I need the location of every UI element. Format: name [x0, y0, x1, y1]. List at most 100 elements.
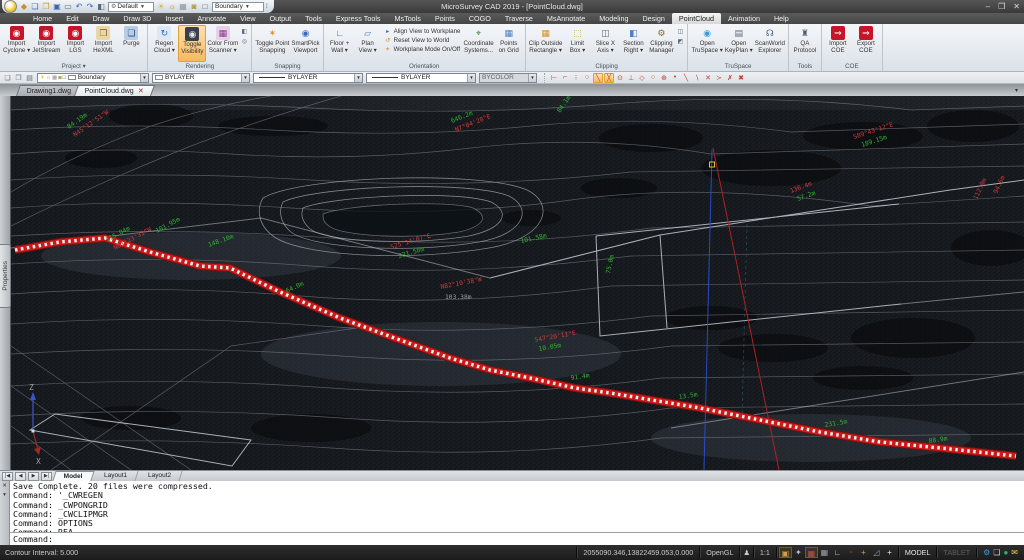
model-space-toggle[interactable]: MODEL	[898, 547, 937, 558]
smartpick-viewport-button[interactable]: ◉SmartPickViewport	[290, 25, 320, 62]
purge-button[interactable]: ❏Purge	[117, 25, 145, 62]
grid-snap-icon[interactable]: ▦	[805, 547, 818, 558]
new-icon[interactable]: ❏	[30, 1, 40, 12]
import-cyclone-button[interactable]: ◉ImportCyclone ▾	[2, 25, 31, 62]
menu-item-output[interactable]: Output	[263, 13, 299, 24]
qat-layer-dropdown[interactable]: Boundary ▼	[212, 2, 264, 12]
plan-view-button[interactable]: ▱PlanView ▾	[354, 25, 382, 62]
close-button[interactable]: ✕	[1013, 0, 1020, 13]
menu-item-points[interactable]: Points	[428, 13, 462, 24]
snap-center-icon[interactable]: ○	[582, 73, 592, 83]
snap-extension-icon[interactable]: ∖	[692, 73, 702, 83]
profile-dropdown[interactable]: ⚙ Default ▼	[108, 2, 154, 12]
tablet-toggle[interactable]: TABLET	[936, 547, 976, 558]
doc-tab-drawing1-dwg[interactable]: Drawing1.dwg	[16, 85, 82, 96]
undo-icon[interactable]: ↶	[74, 1, 84, 12]
layout-tab-layout2[interactable]: Layout2	[137, 471, 182, 481]
snap-point-icon[interactable]: •	[670, 73, 680, 83]
online-status-icon[interactable]: ●	[1003, 548, 1008, 557]
snap-from-icon[interactable]: ⌐	[560, 73, 570, 83]
crosshair-icon[interactable]: +	[883, 547, 896, 558]
menu-item-edit[interactable]: Edit	[59, 13, 85, 24]
maximize-button[interactable]: ❐	[998, 0, 1005, 13]
command-expand-icon[interactable]: ▾	[3, 492, 6, 498]
menu-item-msannotate[interactable]: MsAnnotate	[540, 13, 592, 24]
snap-insertion-icon[interactable]: ⊕	[659, 73, 669, 83]
polar-icon[interactable]: ◔	[844, 547, 857, 558]
menu-item-express-tools[interactable]: Express Tools	[329, 13, 388, 24]
grid-display-icon[interactable]: ▦	[818, 547, 831, 558]
preview-icon[interactable]: ▭	[63, 1, 73, 12]
toggle-point-snapping-button[interactable]: ✶Toggle PointSnapping	[254, 25, 290, 62]
coordinates-display[interactable]: 2055090.346,13822459.053,0.000	[576, 547, 699, 558]
viewport-icon[interactable]: ◧	[96, 1, 106, 12]
menu-item-pointcloud[interactable]: PointCloud	[672, 13, 721, 24]
draw-order-icon[interactable]: ▣	[779, 547, 792, 558]
tab-close-icon[interactable]: ✕	[138, 87, 144, 95]
menu-item-draw-3d[interactable]: Draw 3D	[116, 13, 158, 24]
windows-cascade-icon[interactable]: ❏	[993, 548, 1000, 557]
menu-item-design[interactable]: Design	[635, 13, 671, 24]
clip-option-1-icon[interactable]: ◫	[676, 27, 684, 35]
point-cloud-viewport[interactable]: Z X 84.19mN45°12'51"W646.2mN7°04'28"E84.…	[11, 96, 1024, 470]
snap-endpoint-icon[interactable]: ≻	[714, 73, 724, 83]
workplane-mode-on-off-button[interactable]: ✦Workplane Mode On/Off	[384, 45, 461, 53]
snap-node-icon[interactable]: ⊙	[615, 73, 625, 83]
export-coe-button[interactable]: ⇒ExportCOE	[852, 25, 880, 62]
snap-apparent-icon[interactable]: ╳	[604, 73, 614, 83]
snap-parallel-icon[interactable]: ╲	[681, 73, 691, 83]
clip-option-2-icon[interactable]: ◩	[676, 37, 684, 45]
lineweight-dropdown[interactable]: BYLAYER ▼	[366, 73, 476, 83]
layout-nav-3[interactable]: ▶|	[41, 472, 52, 481]
person-icon[interactable]: ♟	[739, 547, 752, 558]
command-history[interactable]: Save Complete. 20 files were compressed.…	[10, 481, 1024, 532]
clipping-manager-button[interactable]: ⚙ClippingManager	[647, 25, 675, 62]
annotation-scale[interactable]: 1:1	[753, 547, 776, 558]
snap-nearest-icon[interactable]: ╲	[593, 73, 603, 83]
properties-panel-tab[interactable]: Properties	[0, 244, 11, 308]
redo-icon[interactable]: ↷	[85, 1, 95, 12]
toggle-visibility-button[interactable]: ◉ToggleVisibility	[178, 25, 206, 62]
limit-box-button[interactable]: ⬚LimitBox ▾	[563, 25, 591, 62]
bulb-icon[interactable]: ☀	[156, 1, 166, 12]
menu-item-modeling[interactable]: Modeling	[592, 13, 635, 24]
render-option-2-icon[interactable]: ◎	[240, 37, 248, 45]
doc-tab-pointcloud-dwg[interactable]: PointCloud.dwg✕	[74, 85, 155, 96]
color-dropdown[interactable]: BYLAYER ▼	[152, 73, 250, 83]
otrack-icon[interactable]: ◿	[870, 547, 883, 558]
snap-none-icon[interactable]: ✖	[736, 73, 746, 83]
align-view-to-workplane-button[interactable]: ▸Align View to Workplane	[384, 27, 461, 35]
menu-item-insert[interactable]: Insert	[158, 13, 190, 24]
layout-tab-model[interactable]: Model	[52, 471, 94, 481]
section-right-button[interactable]: ◧SectionRight ▾	[619, 25, 647, 62]
scanworld-explorer-button[interactable]: ☊ScanWorldExplorer	[754, 25, 786, 62]
color-from-scanner-button[interactable]: ▦Color FromScanner ▾	[206, 25, 239, 62]
command-close-icon[interactable]: ✕	[2, 483, 7, 489]
open-keyplan-button[interactable]: ▤OpenKeyPlan ▾	[724, 25, 754, 62]
command-input[interactable]: Command:	[10, 532, 1024, 545]
menu-item-cogo[interactable]: COGO	[462, 13, 498, 24]
snap-perpendicular-icon[interactable]: ⊥	[626, 73, 636, 83]
minimize-button[interactable]: –	[986, 0, 990, 13]
layout-tab-layout1[interactable]: Layout1	[93, 471, 138, 481]
freeze-icon[interactable]: ▦	[178, 1, 188, 12]
sun-icon[interactable]: ☼	[167, 1, 177, 12]
points-on-grid-button[interactable]: ▦Pointson Grid	[495, 25, 523, 62]
menu-item-traverse[interactable]: Traverse	[498, 13, 540, 24]
layer-dropdown[interactable]: ☀☼▦◙□ Boundary ▼	[37, 73, 149, 83]
menu-item-annotate[interactable]: Annotate	[190, 13, 233, 24]
menu-item-tools[interactable]: Tools	[298, 13, 329, 24]
menu-item-animation[interactable]: Animation	[721, 13, 767, 24]
import-hexml-button[interactable]: ❐ImportHeXML	[89, 25, 117, 62]
import-pointer-icon[interactable]: ◆	[19, 1, 29, 12]
plotstyle-dropdown[interactable]: BYCOLOR ▼	[479, 73, 537, 83]
clip-outside-rectangle-button[interactable]: ▦Clip OutsideRectangle ▾	[528, 25, 564, 62]
layer-state-icon[interactable]: ▤	[25, 74, 34, 82]
layer-manager-icon[interactable]: ❏	[3, 74, 12, 82]
color-swatch-icon[interactable]: □	[200, 1, 210, 12]
open-truspace-button[interactable]: ◉OpenTruSpace ▾	[690, 25, 723, 62]
save-icon[interactable]: ▣	[52, 1, 62, 12]
layout-nav-1[interactable]: ◀	[15, 472, 26, 481]
import-lgs-button[interactable]: ◉ImportLGS	[61, 25, 89, 62]
message-icon[interactable]: ✉	[1011, 548, 1018, 557]
